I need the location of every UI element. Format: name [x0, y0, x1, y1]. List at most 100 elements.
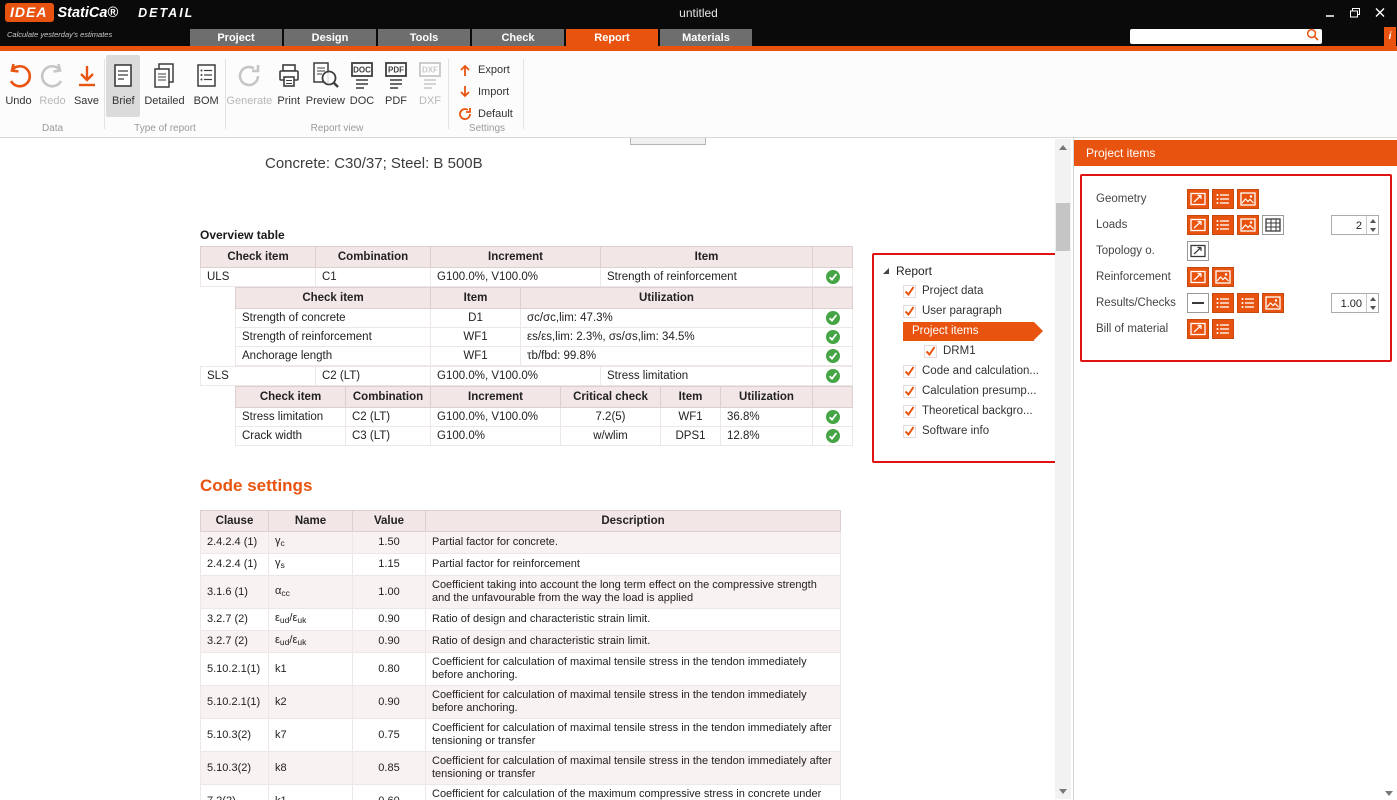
list-output-toggle-icon[interactable]: [1237, 293, 1259, 313]
drawing-output-toggle-icon[interactable]: [1187, 215, 1209, 235]
search-input[interactable]: [1135, 30, 1306, 43]
name-cell: k8: [269, 752, 353, 785]
panel-row-label: Results/Checks: [1096, 297, 1176, 309]
ribbon-print-button[interactable]: Print: [272, 55, 306, 117]
picture-output-toggle-icon[interactable]: [1237, 215, 1259, 235]
ribbon-brief-button[interactable]: Brief: [106, 55, 140, 117]
ribbon-preview-button[interactable]: Preview: [306, 55, 345, 117]
ribbon-generate-button[interactable]: Generate: [227, 55, 272, 117]
table-row: 7.2(2)k10.60Coefficient for calculation …: [201, 785, 841, 800]
tree-item-project-items[interactable]: Project items: [882, 321, 1058, 341]
list-output-toggle-icon[interactable]: [1212, 215, 1234, 235]
drawing-output-toggle-icon[interactable]: [1187, 189, 1209, 209]
ribbon-pdf-button[interactable]: PDFPDF: [379, 55, 413, 117]
table-cell: Stress limitation: [601, 367, 813, 386]
panel-number-input[interactable]: 1.00: [1331, 293, 1379, 313]
ribbon-bom-button[interactable]: BOM: [189, 55, 224, 117]
selected-tree-item[interactable]: Project items: [903, 322, 1034, 341]
spinner-up-arrow[interactable]: [1367, 294, 1378, 303]
picture-output-toggle-icon[interactable]: [1262, 293, 1284, 313]
drawing-output-toggle-icon[interactable]: [1187, 267, 1209, 287]
spinner-down-arrow[interactable]: [1367, 303, 1378, 312]
checkbox-checked-icon[interactable]: [903, 385, 916, 398]
doc-brief-icon: [110, 59, 136, 93]
close-button[interactable]: [1373, 7, 1387, 19]
scroll-down-arrow[interactable]: [1055, 783, 1071, 799]
spinner-down-arrow[interactable]: [1367, 225, 1378, 234]
ribbon-default-button[interactable]: Default: [458, 106, 522, 121]
ribbon-dxf-button[interactable]: DXFDXF: [413, 55, 447, 117]
tree-item-theoretical-backgro[interactable]: Theoretical backgro...: [903, 401, 1058, 421]
minimize-button[interactable]: [1323, 7, 1337, 19]
value-cell: 0.75: [353, 719, 426, 752]
value-cell: 0.60: [353, 785, 426, 800]
table-row: SLSC2 (LT)G100.0%, V100.0%Stress limitat…: [201, 367, 853, 386]
checkbox-checked-icon[interactable]: [903, 405, 916, 418]
tree-item-project-data[interactable]: Project data: [903, 281, 1058, 301]
checkbox-checked-icon[interactable]: [903, 425, 916, 438]
panel-scroll-down-arrow[interactable]: [1385, 791, 1393, 796]
list-output-toggle-icon[interactable]: [1212, 319, 1234, 339]
list-output-toggle-icon[interactable]: [1212, 293, 1234, 313]
tab-design[interactable]: Design: [284, 29, 376, 46]
scrollbar-thumb[interactable]: [1056, 203, 1070, 251]
tree-item-calculation-presump[interactable]: Calculation presump...: [903, 381, 1058, 401]
spinner: [1366, 294, 1378, 312]
tab-report[interactable]: Report: [566, 29, 658, 46]
table-row: 3.2.7 (2)εud/εuk0.90Ratio of design and …: [201, 609, 841, 631]
preview-icon: [310, 59, 340, 93]
pass-check-icon: [826, 369, 840, 383]
report-table: SLSC2 (LT)G100.0%, V100.0%Stress limitat…: [200, 366, 853, 386]
column-header: Name: [269, 511, 353, 532]
ribbon-save-button[interactable]: Save: [70, 55, 104, 117]
table-row: 5.10.2.1(1)k20.90Coefficient for calcula…: [201, 686, 841, 719]
ribbon-import-button[interactable]: Import: [458, 84, 522, 99]
checkbox-checked-icon[interactable]: [924, 345, 937, 358]
picture-output-toggle-icon[interactable]: [1237, 189, 1259, 209]
vertical-scrollbar[interactable]: [1055, 139, 1071, 799]
ribbon-export-button[interactable]: Export: [458, 62, 522, 77]
value-cell: 1.15: [353, 554, 426, 576]
drawing-output-toggle-icon[interactable]: [1187, 241, 1209, 261]
tree-root-report[interactable]: Report: [882, 261, 1058, 281]
table-cell: C1: [316, 268, 431, 287]
line-output-toggle-icon[interactable]: [1187, 293, 1209, 313]
scroll-up-arrow[interactable]: [1055, 139, 1071, 155]
file-label-icon: DXF: [417, 59, 443, 93]
table-cell: Strength of concrete: [236, 309, 431, 328]
description-cell: Coefficient for calculation of maximal t…: [426, 686, 841, 719]
tree-expand-icon[interactable]: [882, 264, 890, 278]
ribbon-doc-button[interactable]: DOCDOC: [345, 55, 379, 117]
tab-project[interactable]: Project: [190, 29, 282, 46]
maximize-button[interactable]: [1348, 7, 1362, 19]
ribbon-undo-button[interactable]: Undo: [2, 55, 36, 117]
tree-item-user-paragraph[interactable]: User paragraph: [903, 301, 1058, 321]
table-output-toggle-icon[interactable]: [1262, 215, 1284, 235]
panel-number-input[interactable]: 2: [1331, 215, 1379, 235]
app-window: IDEA StatiCa® DETAIL untitled Calculate …: [0, 0, 1397, 800]
table-cell: σc/σc,lim: 47.3%: [521, 309, 813, 328]
checkbox-checked-icon[interactable]: [903, 285, 916, 298]
description-cell: Coefficient for calculation of maximal t…: [426, 719, 841, 752]
pass-check-icon: [826, 349, 840, 363]
checkbox-checked-icon[interactable]: [903, 365, 916, 378]
ribbon-redo-button[interactable]: Redo: [36, 55, 70, 117]
tree-item-drm1[interactable]: DRM1: [924, 341, 1058, 361]
tree-item-software-info[interactable]: Software info: [903, 421, 1058, 441]
tab-materials[interactable]: Materials: [660, 29, 752, 46]
description-cell: Coefficient for calculation of maximal t…: [426, 653, 841, 686]
picture-output-toggle-icon[interactable]: [1212, 267, 1234, 287]
list-output-toggle-icon[interactable]: [1212, 189, 1234, 209]
name-cell: k2: [269, 686, 353, 719]
value-cell: 0.90: [353, 631, 426, 653]
info-button[interactable]: i: [1384, 27, 1396, 46]
tab-check[interactable]: Check: [472, 29, 564, 46]
tree-item-code-and-calculation[interactable]: Code and calculation...: [903, 361, 1058, 381]
column-header: Increment: [431, 247, 601, 268]
name-cell: k1: [269, 653, 353, 686]
drawing-output-toggle-icon[interactable]: [1187, 319, 1209, 339]
checkbox-checked-icon[interactable]: [903, 305, 916, 318]
ribbon-detailed-button[interactable]: Detailed: [140, 55, 188, 117]
spinner-up-arrow[interactable]: [1367, 216, 1378, 225]
tab-tools[interactable]: Tools: [378, 29, 470, 46]
